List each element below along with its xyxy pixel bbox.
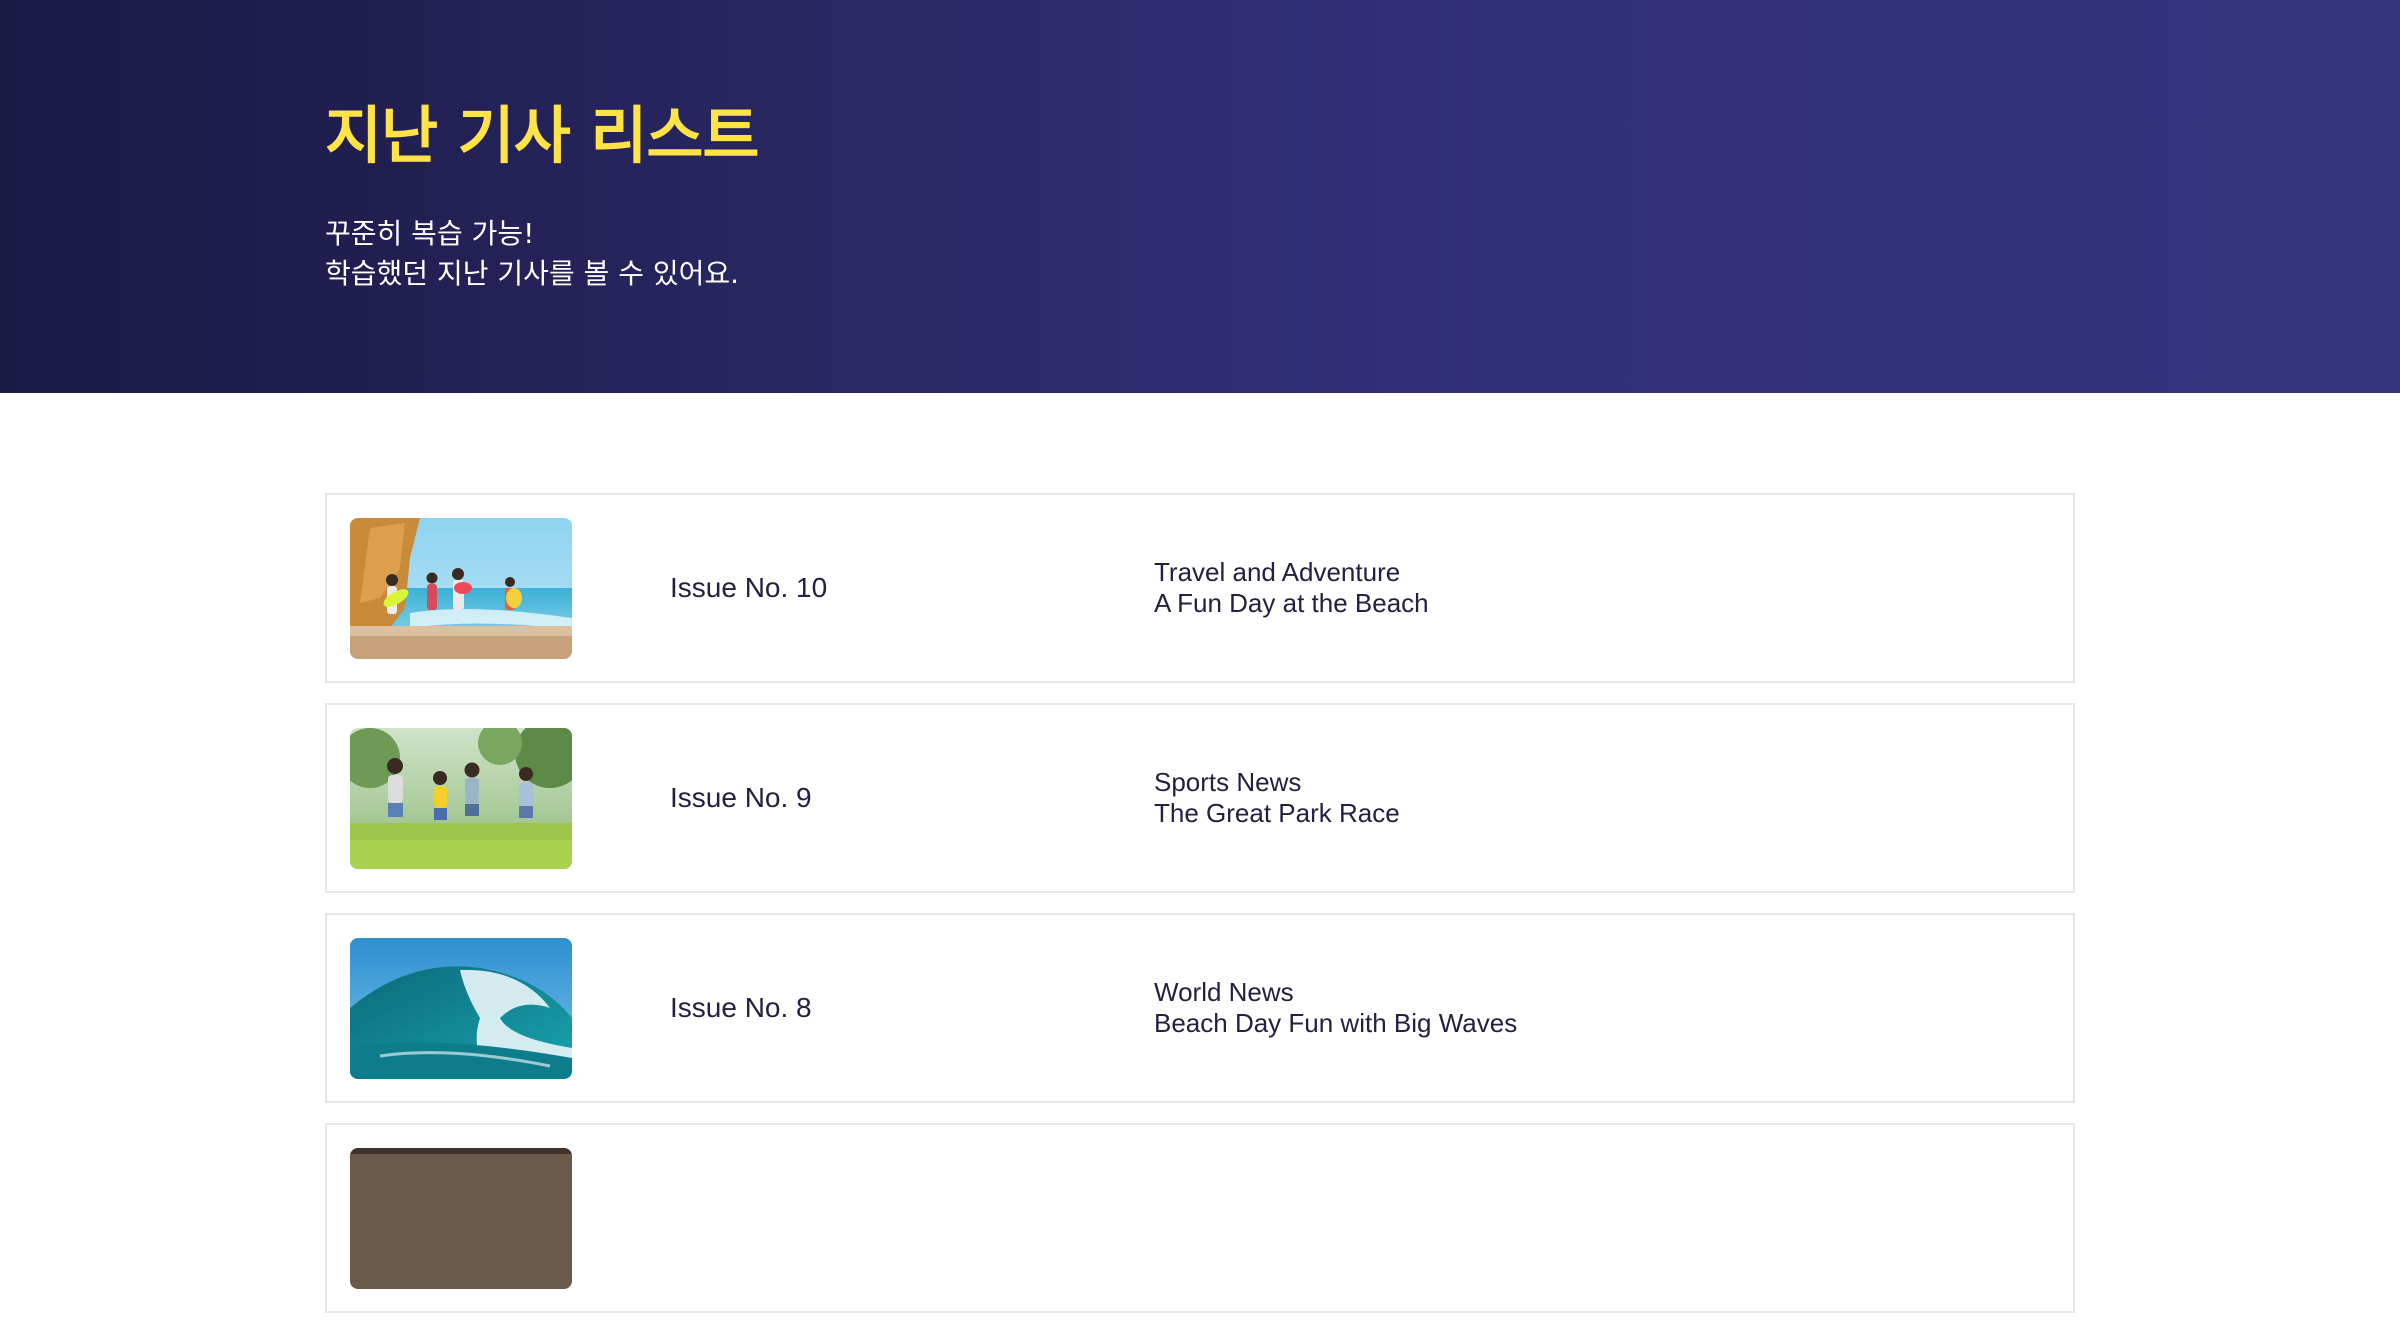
article-row-partial[interactable] xyxy=(325,1123,2075,1313)
article-list: Issue No. 10 Travel and Adventure A Fun … xyxy=(325,493,2075,1333)
page-description: 꾸준히 복습 가능! 학습했던 지난 기사를 볼 수 있어요. xyxy=(325,214,739,294)
article-row-issue-9[interactable]: Issue No. 9 Sports News The Great Park R… xyxy=(325,703,2075,893)
description-line-2: 학습했던 지난 기사를 볼 수 있어요. xyxy=(325,257,740,290)
article-title: The Great Park Race xyxy=(1154,798,1400,828)
article-category: World News xyxy=(1154,977,1294,1007)
article-titles: World News Beach Day Fun with Big Waves xyxy=(1154,915,1517,1101)
article-titles: Sports News The Great Park Race xyxy=(1154,705,1400,891)
hero-banner: 지난 기사 리스트 꾸준히 복습 가능! 학습했던 지난 기사를 볼 수 있어요… xyxy=(0,0,2400,393)
article-category: Travel and Adventure xyxy=(1154,557,1401,587)
article-title: A Fun Day at the Beach xyxy=(1154,588,1429,618)
issue-number: Issue No. 10 xyxy=(670,572,828,603)
article-titles: Travel and Adventure A Fun Day at the Be… xyxy=(1154,495,1429,681)
description-line-1: 꾸준히 복습 가능! xyxy=(325,217,535,250)
beach-kids-image xyxy=(350,518,572,659)
issue-number: Issue No. 9 xyxy=(670,782,812,813)
article-row-issue-10[interactable]: Issue No. 10 Travel and Adventure A Fun … xyxy=(325,493,2075,683)
article-row-issue-8[interactable]: Issue No. 8 World News Beach Day Fun wit… xyxy=(325,913,2075,1103)
partial-image xyxy=(350,1148,572,1289)
big-wave-image xyxy=(350,938,572,1079)
article-title: Beach Day Fun with Big Waves xyxy=(1154,1008,1518,1038)
issue-number: Issue No. 8 xyxy=(670,992,812,1023)
park-race-image xyxy=(350,728,572,869)
page-title: 지난 기사 리스트 xyxy=(325,99,759,172)
article-category: Sports News xyxy=(1154,767,1302,797)
